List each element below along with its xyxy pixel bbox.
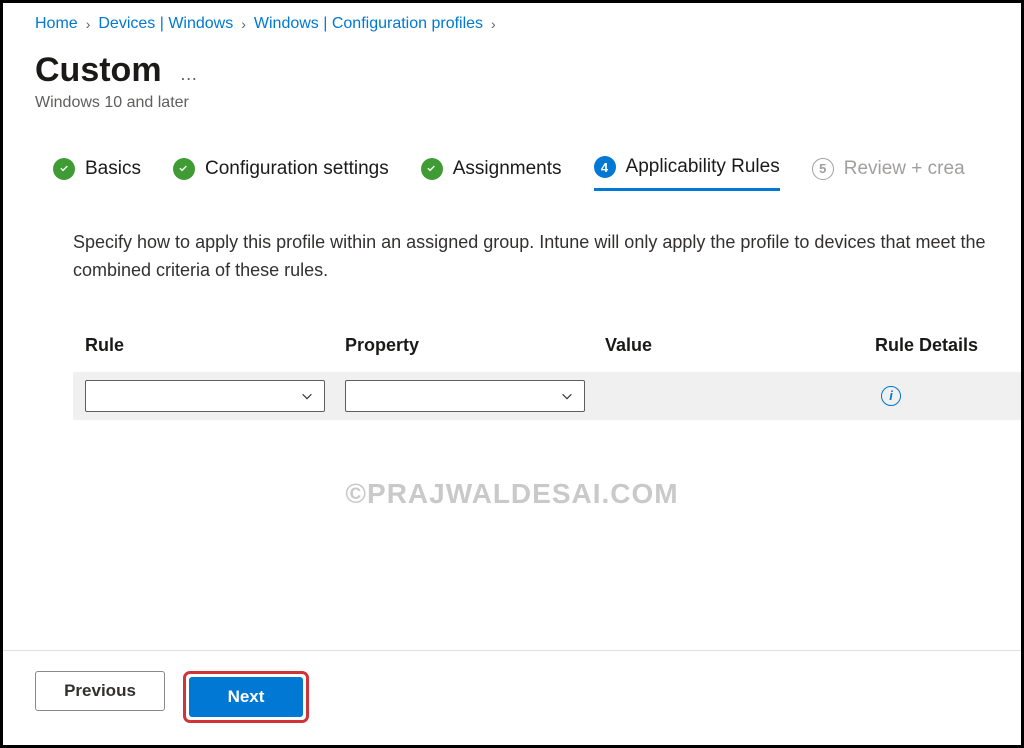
step-applicability-rules[interactable]: 4 Applicability Rules — [594, 156, 780, 191]
wizard-steps: Basics Configuration settings Assignment… — [35, 156, 1021, 181]
column-header-value: Value — [605, 335, 875, 356]
step-label: Applicability Rules — [626, 156, 780, 178]
breadcrumb-home[interactable]: Home — [35, 15, 78, 33]
step-label: Assignments — [453, 158, 562, 180]
previous-button[interactable]: Previous — [35, 671, 165, 711]
breadcrumb: Home › Devices | Windows › Windows | Con… — [35, 15, 1021, 33]
page-title: Custom — [35, 51, 162, 90]
step-number-icon: 5 — [812, 158, 834, 180]
description-text: Specify how to apply this profile within… — [35, 229, 1021, 285]
chevron-right-icon: › — [491, 16, 496, 32]
step-label: Configuration settings — [205, 158, 389, 180]
rule-dropdown[interactable] — [85, 380, 325, 412]
more-actions-button[interactable]: … — [180, 64, 200, 85]
step-label: Basics — [85, 158, 141, 180]
next-button-highlight: Next — [183, 671, 309, 723]
next-button[interactable]: Next — [189, 677, 303, 717]
column-header-details: Rule Details — [875, 335, 1009, 356]
column-header-rule: Rule — [85, 335, 345, 356]
chevron-down-icon — [560, 389, 574, 403]
property-dropdown[interactable] — [345, 380, 585, 412]
applicability-rules-table: Rule Property Value Rule Details i — [35, 335, 1021, 420]
chevron-down-icon — [300, 389, 314, 403]
page-subtitle: Windows 10 and later — [35, 94, 1021, 112]
breadcrumb-config-profiles[interactable]: Windows | Configuration profiles — [254, 15, 483, 33]
column-header-property: Property — [345, 335, 605, 356]
step-basics[interactable]: Basics — [53, 158, 141, 180]
step-number-icon: 4 — [594, 156, 616, 178]
step-review-create: 5 Review + crea — [812, 158, 965, 180]
breadcrumb-devices-windows[interactable]: Devices | Windows — [98, 15, 233, 33]
step-label: Review + crea — [844, 158, 965, 180]
check-circle-icon — [173, 158, 195, 180]
info-icon[interactable]: i — [881, 386, 901, 406]
chevron-right-icon: › — [241, 16, 246, 32]
step-assignments[interactable]: Assignments — [421, 158, 562, 180]
table-row: i — [73, 372, 1021, 420]
wizard-footer: Previous Next — [3, 650, 1021, 745]
chevron-right-icon: › — [86, 16, 91, 32]
check-circle-icon — [421, 158, 443, 180]
check-circle-icon — [53, 158, 75, 180]
step-configuration-settings[interactable]: Configuration settings — [173, 158, 389, 180]
watermark-text: ©PRAJWALDESAI.COM — [345, 478, 678, 510]
